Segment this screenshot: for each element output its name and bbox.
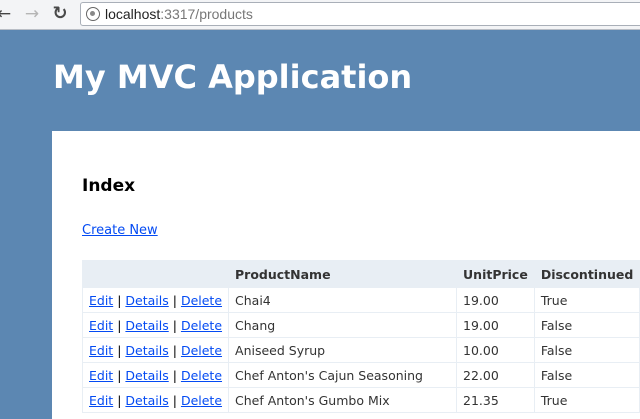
site-title: My MVC Application bbox=[53, 58, 413, 96]
cell-productname: Aniseed Syrup bbox=[228, 337, 458, 363]
cell-unitprice: 22.00 bbox=[456, 362, 535, 388]
delete-link[interactable]: Delete bbox=[181, 343, 222, 358]
delete-link[interactable]: Delete bbox=[181, 368, 222, 383]
row-actions: Edit | Details | Delete bbox=[81, 362, 230, 388]
edit-link[interactable]: Edit bbox=[89, 318, 113, 333]
action-separator: | bbox=[172, 367, 177, 383]
main-content: Index Create New ProductName UnitPrice D… bbox=[52, 131, 640, 419]
row-actions: Edit | Details | Delete bbox=[81, 287, 230, 313]
column-header-productname: ProductName bbox=[228, 260, 458, 288]
row-actions: Edit | Details | Delete bbox=[81, 337, 230, 363]
action-separator: | bbox=[172, 342, 177, 358]
cell-discontinued: True bbox=[533, 387, 640, 413]
globe-icon bbox=[86, 7, 100, 21]
action-separator: | bbox=[117, 292, 122, 308]
table-header-row: ProductName UnitPrice Discontinued bbox=[81, 260, 640, 288]
cell-unitprice: 19.00 bbox=[456, 287, 535, 313]
cell-productname: Chef Anton's Gumbo Mix bbox=[228, 387, 458, 413]
cell-productname: Chang bbox=[228, 312, 458, 338]
details-link[interactable]: Details bbox=[125, 343, 168, 358]
reload-button[interactable]: ↻ bbox=[50, 4, 70, 24]
cell-unitprice: 19.00 bbox=[456, 312, 535, 338]
table-row: Edit | Details | Delete Aniseed Syrup 10.0… bbox=[81, 337, 640, 363]
action-separator: | bbox=[117, 367, 122, 383]
page-title: Index bbox=[82, 176, 136, 196]
table-row: Edit | Details | Delete Chef Anton's Gumb… bbox=[81, 387, 640, 413]
cell-discontinued: False bbox=[533, 362, 640, 388]
address-bar[interactable]: localhost:3317/products bbox=[80, 2, 640, 26]
action-separator: | bbox=[117, 392, 122, 408]
delete-link[interactable]: Delete bbox=[181, 393, 222, 408]
table-row: Edit | Details | Delete Chai4 19.00 True bbox=[81, 287, 640, 313]
cell-discontinued: False bbox=[533, 337, 640, 363]
row-actions: Edit | Details | Delete bbox=[81, 387, 230, 413]
back-button[interactable]: ← bbox=[0, 4, 14, 24]
action-separator: | bbox=[172, 392, 177, 408]
forward-button[interactable]: → bbox=[22, 4, 42, 24]
column-header-discontinued: Discontinued bbox=[533, 260, 640, 288]
delete-link[interactable]: Delete bbox=[181, 293, 222, 308]
url-host: localhost bbox=[105, 6, 161, 22]
url-path: :3317/products bbox=[160, 6, 253, 22]
cell-unitprice: 21.35 bbox=[456, 387, 535, 413]
cell-unitprice: 10.00 bbox=[456, 337, 535, 363]
edit-link[interactable]: Edit bbox=[89, 393, 113, 408]
action-separator: | bbox=[172, 317, 177, 333]
edit-link[interactable]: Edit bbox=[89, 293, 113, 308]
action-separator: | bbox=[117, 317, 122, 333]
cell-discontinued: False bbox=[533, 312, 640, 338]
browser-toolbar: ← → ↻ localhost:3317/products bbox=[0, 0, 640, 30]
details-link[interactable]: Details bbox=[125, 318, 168, 333]
details-link[interactable]: Details bbox=[125, 393, 168, 408]
edit-link[interactable]: Edit bbox=[89, 368, 113, 383]
create-new-link[interactable]: Create New bbox=[82, 223, 158, 238]
details-link[interactable]: Details bbox=[125, 293, 168, 308]
cell-productname: Chai4 bbox=[228, 287, 458, 313]
action-separator: | bbox=[117, 342, 122, 358]
action-separator: | bbox=[172, 292, 177, 308]
column-header-unitprice: UnitPrice bbox=[456, 260, 535, 288]
cell-discontinued: True bbox=[533, 287, 640, 313]
edit-link[interactable]: Edit bbox=[89, 343, 113, 358]
delete-link[interactable]: Delete bbox=[181, 318, 222, 333]
products-table: ProductName UnitPrice Discontinued Edit … bbox=[81, 260, 640, 413]
details-link[interactable]: Details bbox=[125, 368, 168, 383]
table-row: Edit | Details | Delete Chef Anton's Caju… bbox=[81, 362, 640, 388]
row-actions: Edit | Details | Delete bbox=[81, 312, 230, 338]
column-header-actions bbox=[81, 260, 230, 288]
cell-productname: Chef Anton's Cajun Seasoning bbox=[228, 362, 458, 388]
url-text: localhost:3317/products bbox=[105, 6, 253, 22]
table-row: Edit | Details | Delete Chang 19.00 False bbox=[81, 312, 640, 338]
